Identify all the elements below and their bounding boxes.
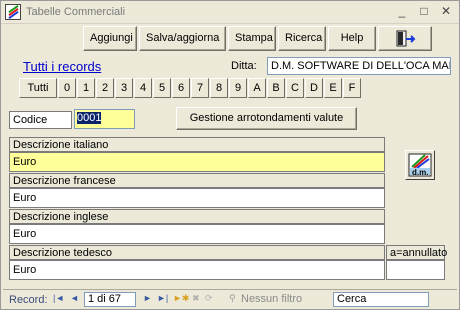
record-navigator: Record: |◄ ◄ 1 di 67 ► ►| ►✱ ✖ ⟳ ⚲ Nessu… <box>3 289 457 308</box>
maximize-button[interactable]: □ <box>415 4 433 20</box>
letter-filter-tutti[interactable]: Tutti <box>19 78 57 98</box>
main-window: Tabelle Commerciali _ □ ✕ Aggiungi Salva… <box>0 0 460 310</box>
delete-record-icon[interactable]: ✖ <box>192 293 200 304</box>
next-record-icon[interactable]: ► <box>143 293 152 303</box>
refresh-record-icon[interactable]: ⟳ <box>205 293 213 304</box>
letter-filter-1[interactable]: 1 <box>77 78 95 98</box>
record-position-field[interactable]: 1 di 67 <box>84 292 136 307</box>
dm-logo-text: d.m. <box>412 168 429 177</box>
ricerca-button[interactable]: Ricerca <box>278 26 326 51</box>
title-bar: Tabelle Commerciali _ □ ✕ <box>1 1 459 24</box>
letter-filter-5[interactable]: 5 <box>153 78 171 98</box>
descrizione-inglese-label: Descrizione inglese <box>9 209 385 224</box>
codice-value: 0001 <box>77 112 102 124</box>
letter-filter-3[interactable]: 3 <box>115 78 133 98</box>
descrizione-francese-field[interactable]: Euro <box>9 188 385 208</box>
record-label: Record: <box>9 294 48 306</box>
letter-filter-7[interactable]: 7 <box>191 78 209 98</box>
filter-icon[interactable]: ⚲ <box>229 293 236 304</box>
filter-status[interactable]: Nessun filtro <box>241 293 302 305</box>
ditta-label: Ditta: <box>231 60 257 72</box>
close-button[interactable]: ✕ <box>437 4 455 20</box>
annullato-field[interactable] <box>386 260 445 280</box>
gestione-arrotondamenti-button[interactable]: Gestione arrotondamenti valute <box>176 107 357 130</box>
descrizione-tedesco-field[interactable]: Euro <box>9 260 385 280</box>
dm-logo-button[interactable]: d.m. <box>405 150 435 180</box>
first-record-icon[interactable]: |◄ <box>53 293 64 303</box>
exit-door-icon <box>396 30 416 47</box>
annullato-label: a=annullato <box>386 245 447 260</box>
ditta-field[interactable]: D.M. SOFTWARE DI DELL'OCA MAF <box>267 57 451 75</box>
new-record-icon[interactable]: ►✱ <box>173 293 189 304</box>
letter-filter-9[interactable]: 9 <box>229 78 247 98</box>
codice-field[interactable]: 0001 <box>74 109 135 129</box>
codice-label: Codice <box>9 111 72 129</box>
aggiungi-button[interactable]: Aggiungi <box>83 26 137 51</box>
descrizione-tedesco-label: Descrizione tedesco <box>9 245 385 260</box>
search-input[interactable]: Cerca <box>333 292 429 307</box>
app-icon <box>5 4 21 20</box>
stampa-button[interactable]: Stampa <box>228 26 276 51</box>
letter-filter-8[interactable]: 8 <box>210 78 228 98</box>
descrizione-inglese-field[interactable]: Euro <box>9 224 385 244</box>
help-button[interactable]: Help <box>328 26 376 51</box>
letter-filter-f[interactable]: F <box>343 78 361 98</box>
descrizione-francese-label: Descrizione francese <box>9 173 385 188</box>
letter-filter-c[interactable]: C <box>286 78 304 98</box>
all-records-link[interactable]: Tutti i records <box>23 59 101 74</box>
descrizione-italiano-field[interactable]: Euro <box>9 152 385 172</box>
letter-filter-6[interactable]: 6 <box>172 78 190 98</box>
letter-filter-b[interactable]: B <box>267 78 285 98</box>
letter-filter-d[interactable]: D <box>305 78 323 98</box>
window-title: Tabelle Commerciali <box>26 6 126 18</box>
descrizione-italiano-label: Descrizione italiano <box>9 137 385 152</box>
letter-filter-bar: Tutti 0 1 2 3 4 5 6 7 8 9 A B C D E F <box>19 78 361 98</box>
previous-record-icon[interactable]: ◄ <box>70 293 79 303</box>
letter-filter-e[interactable]: E <box>324 78 342 98</box>
minimize-button[interactable]: _ <box>393 4 411 20</box>
letter-filter-4[interactable]: 4 <box>134 78 152 98</box>
salva-aggiorna-button[interactable]: Salva/aggiorna <box>139 26 226 51</box>
toolbar: Aggiungi Salva/aggiorna Stampa Ricerca H… <box>83 26 432 51</box>
exit-button[interactable] <box>378 26 432 51</box>
letter-filter-0[interactable]: 0 <box>58 78 76 98</box>
last-record-icon[interactable]: ►| <box>157 293 168 303</box>
letter-filter-a[interactable]: A <box>248 78 266 98</box>
letter-filter-2[interactable]: 2 <box>96 78 114 98</box>
